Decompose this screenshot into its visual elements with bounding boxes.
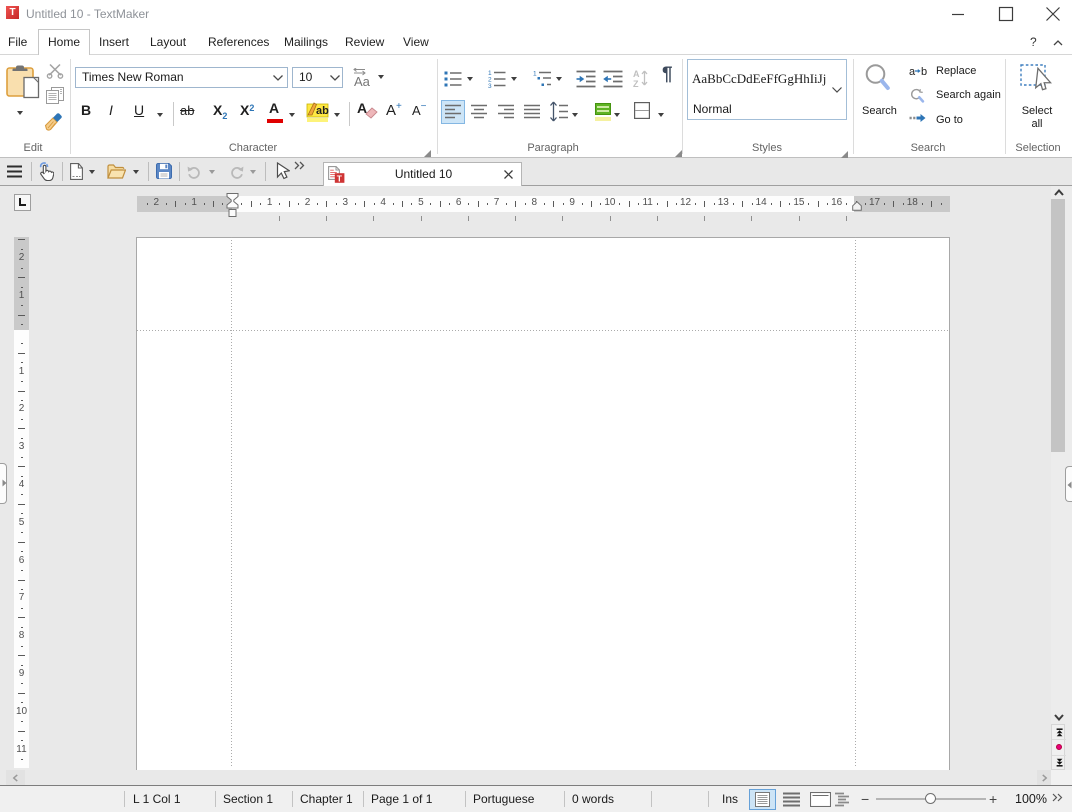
- svg-text:1: 1: [533, 71, 537, 78]
- svg-text:ab: ab: [316, 105, 329, 117]
- svg-text:a: a: [909, 66, 916, 77]
- svg-text:Z: Z: [633, 79, 639, 89]
- svg-text:Aa: Aa: [354, 74, 371, 88]
- svg-text:b: b: [921, 66, 927, 77]
- svg-text:A: A: [633, 69, 640, 79]
- svg-text:3: 3: [488, 83, 492, 89]
